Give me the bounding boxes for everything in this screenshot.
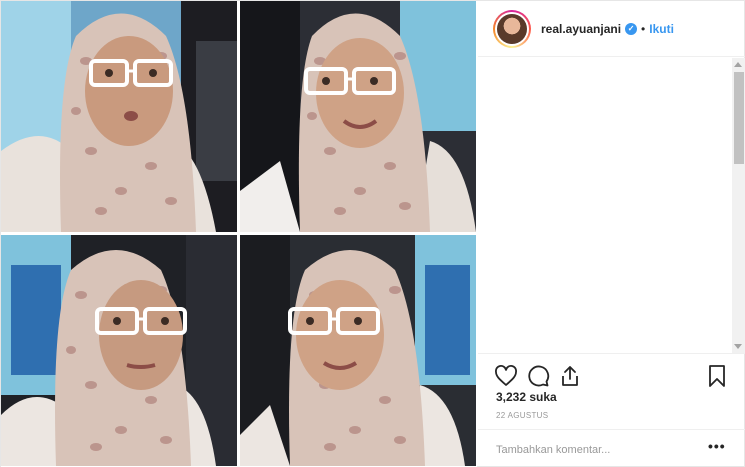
- share-icon[interactable]: [558, 364, 582, 388]
- instagram-post: real.ayuanjani ✓ • Ikuti 3,232 suka 22 A…: [0, 0, 745, 467]
- post-header: real.ayuanjani ✓ • Ikuti: [478, 1, 745, 57]
- bookmark-icon[interactable]: [705, 364, 729, 388]
- more-options-icon[interactable]: •••: [708, 438, 726, 454]
- scrollbar-thumb[interactable]: [734, 72, 744, 164]
- likes-count[interactable]: 3,232 suka: [496, 390, 557, 404]
- add-comment-section: •••: [478, 429, 745, 467]
- comment-icon[interactable]: [526, 364, 550, 388]
- photo-bottom-left: [1, 235, 237, 466]
- scroll-up-arrow-icon[interactable]: [734, 62, 742, 67]
- post-date[interactable]: 22 AGUSTUS: [496, 411, 548, 420]
- scroll-down-arrow-icon[interactable]: [734, 344, 742, 349]
- verified-badge-icon: ✓: [625, 22, 638, 35]
- post-sidebar: real.ayuanjani ✓ • Ikuti 3,232 suka 22 A…: [478, 1, 745, 467]
- photo-top-right: [240, 1, 476, 232]
- username-link[interactable]: real.ayuanjani: [541, 22, 621, 36]
- avatar-frame: [495, 11, 529, 46]
- post-media[interactable]: [1, 1, 477, 467]
- comment-input[interactable]: [496, 441, 696, 459]
- comments-area: [478, 58, 745, 353]
- photo-bottom-right: [240, 235, 476, 466]
- heart-icon[interactable]: [494, 364, 518, 388]
- photo-top-left: [1, 1, 237, 232]
- avatar-image: [497, 13, 527, 44]
- follow-button[interactable]: Ikuti: [649, 22, 674, 36]
- header-separator: •: [641, 21, 646, 36]
- avatar[interactable]: [493, 9, 531, 48]
- comments-scrollbar[interactable]: [732, 58, 745, 353]
